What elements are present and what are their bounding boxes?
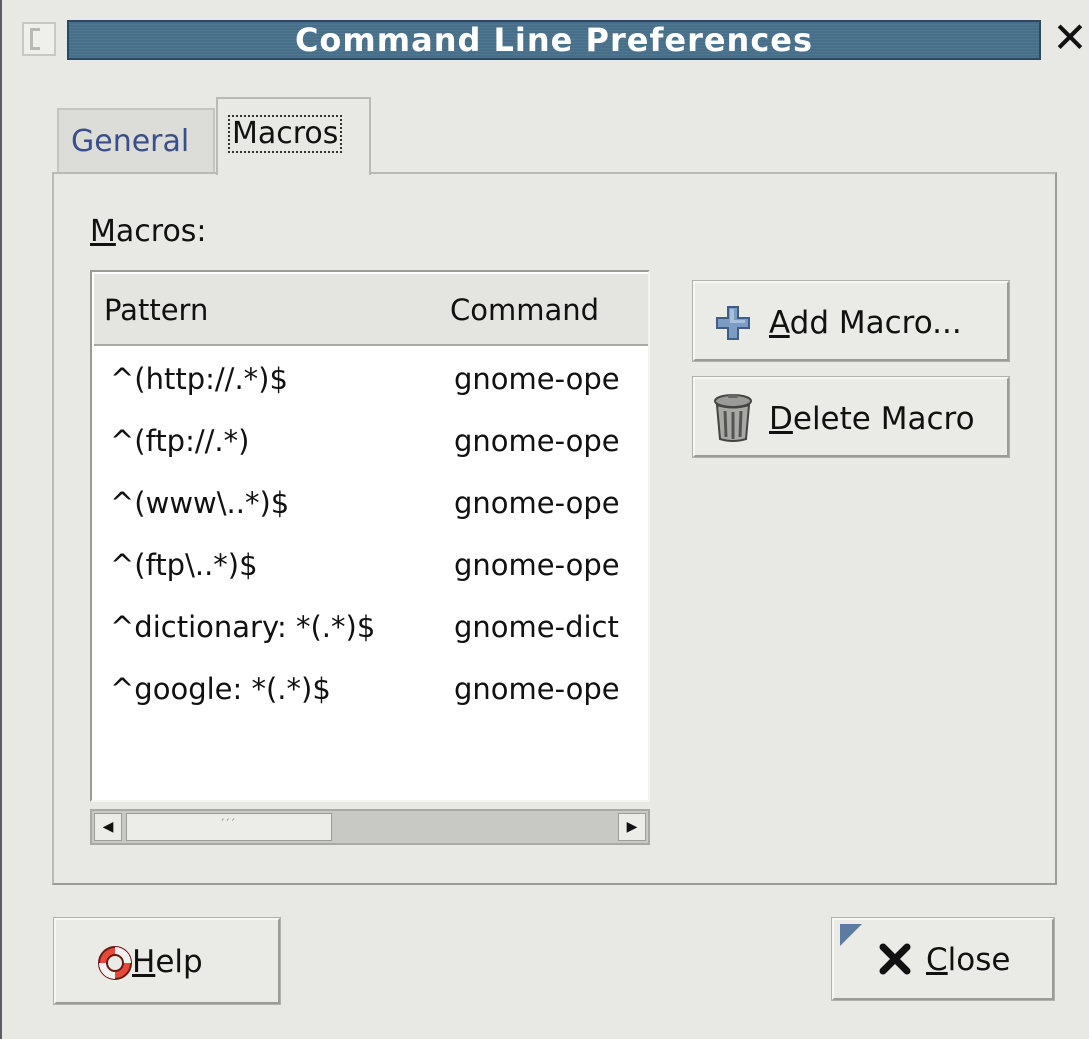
tab-general[interactable]: General [57,108,215,172]
macros-label-rest: acros: [115,214,207,249]
table-row[interactable]: ^dictionary: *(.*)$ gnome-dict [94,596,648,658]
column-header-pattern[interactable]: Pattern [94,274,442,346]
add-macro-mnemonic: A [769,305,790,341]
default-button-indicator [840,924,862,946]
preferences-dialog: Command Line Preferences ✕ General Macro… [0,0,1089,1039]
delete-macro-label: Delete Macro [769,379,975,459]
help-label: Help [132,920,203,1004]
delete-macro-button[interactable]: Delete Macro [692,376,1010,459]
close-button[interactable]: Close [831,917,1055,1001]
scroll-right-arrow-icon[interactable]: ▶ [618,813,646,841]
plus-icon [716,306,750,340]
close-mnemonic: C [926,942,948,978]
command-cell: gnome-ope [454,424,620,458]
pattern-cell: ^(http://.*)$ [110,362,288,396]
window-menu-icon[interactable] [22,22,56,56]
command-cell: gnome-ope [454,362,620,396]
window-title: Command Line Preferences [294,21,814,59]
delete-macro-label-rest: elete Macro [792,401,975,437]
pattern-cell: ^(ftp\..*)$ [110,548,258,582]
window-close-icon[interactable]: ✕ [1050,17,1089,59]
pattern-cell: ^(ftp://.*) [110,424,250,458]
scrollbar-thumb[interactable]: ′′′ [126,813,332,841]
scroll-left-arrow-icon[interactable]: ◀ [94,813,122,841]
tab-macros[interactable]: Macros [216,97,371,175]
help-label-rest: elp [155,944,203,980]
command-cell: gnome-dict [454,610,619,644]
pattern-cell: ^(www\..*)$ [110,486,290,520]
pattern-cell: ^google: *(.*)$ [110,672,331,706]
column-header-command[interactable]: Command [440,274,648,346]
close-label-rest: lose [947,942,1011,978]
trash-icon [714,394,752,442]
command-cell: gnome-ope [454,548,620,582]
title-bar: Command Line Preferences ✕ [2,0,1089,66]
add-macro-button[interactable]: Add Macro... [692,280,1010,363]
command-cell: gnome-ope [454,486,620,520]
table-row[interactable]: ^(www\..*)$ gnome-ope [94,472,648,534]
title-strip[interactable]: Command Line Preferences [67,20,1041,60]
macros-label-mnemonic: M [90,214,116,249]
table-row[interactable]: ^(ftp://.*) gnome-ope [94,410,648,472]
delete-macro-mnemonic: D [769,401,793,437]
tab-macros-label: Macros [228,115,343,153]
add-macro-label-rest: dd Macro... [789,305,962,341]
tab-general-label: General [71,124,190,159]
lifebuoy-icon [98,946,132,980]
pattern-cell: ^dictionary: *(.*)$ [110,610,376,644]
table-row[interactable]: ^(http://.*)$ gnome-ope [94,348,648,410]
scrollbar-grip: ′′′ [221,817,237,833]
table-row[interactable]: ^google: *(.*)$ gnome-ope [94,658,648,720]
table-row[interactable]: ^(ftp\..*)$ gnome-ope [94,534,648,596]
macros-section-label: Macros: [90,214,207,249]
macros-table[interactable]: Pattern Command ^(http://.*)$ gnome-ope … [90,270,650,802]
command-cell: gnome-ope [454,672,620,706]
add-macro-label: Add Macro... [769,283,962,363]
help-mnemonic: H [132,944,156,980]
horizontal-scrollbar[interactable]: ◀ ′′′ ▶ [90,809,650,845]
help-button[interactable]: Help [53,917,281,1005]
close-icon [879,943,911,975]
close-label: Close [926,920,1010,1000]
